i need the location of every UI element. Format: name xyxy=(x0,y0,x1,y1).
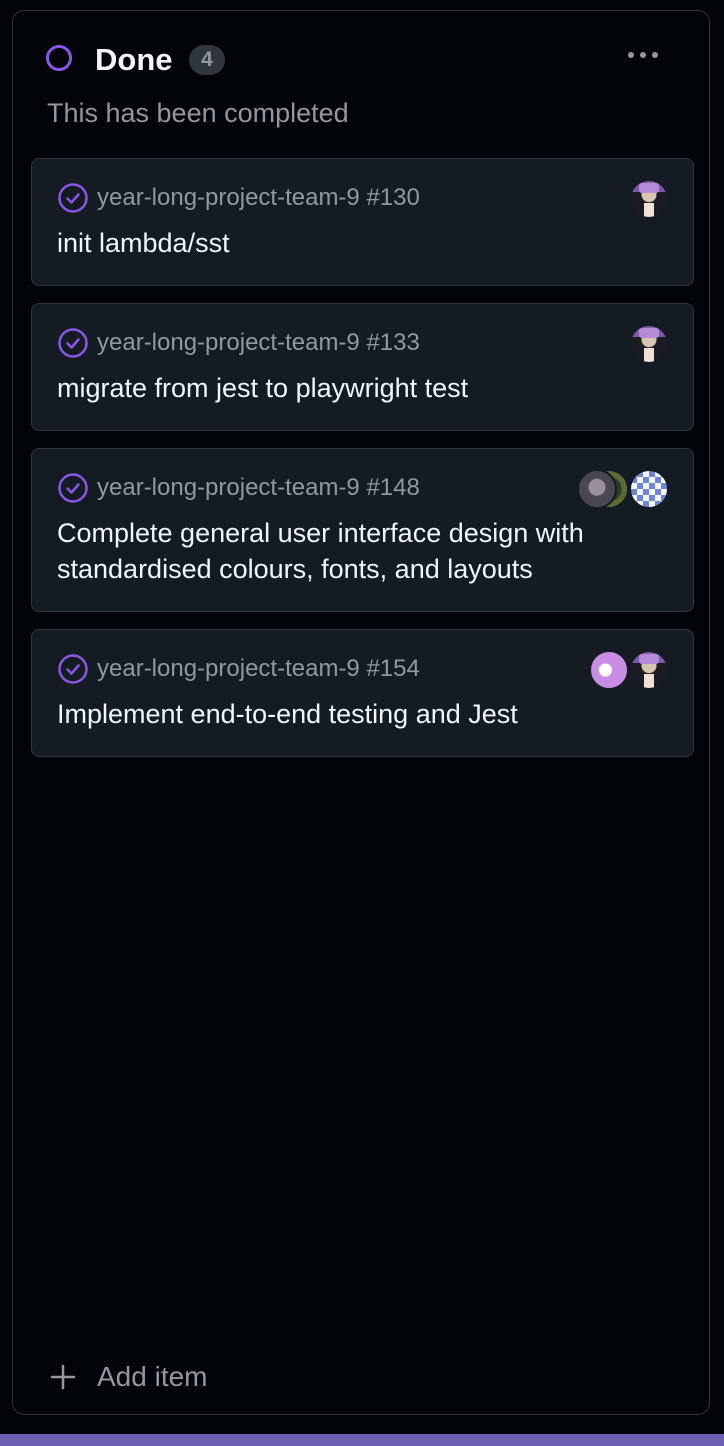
check-circle-icon xyxy=(58,654,88,684)
issue-reference-link[interactable]: year-long-project-team-9 #154 xyxy=(97,652,420,686)
card-list: year-long-project-team-9 #130 init lambd… xyxy=(31,158,694,774)
plus-icon xyxy=(50,1364,76,1390)
check-circle-icon xyxy=(58,328,88,358)
checker-avatar[interactable] xyxy=(629,469,669,509)
kebab-dot xyxy=(640,52,646,58)
card-meta: year-long-project-team-9 #130 xyxy=(57,181,669,215)
assignee-avatars[interactable] xyxy=(577,469,669,509)
column-header: Done 4 This has been completed xyxy=(13,11,709,151)
wizard-avatar[interactable] xyxy=(629,650,669,690)
kebab-dot xyxy=(652,52,658,58)
issue-reference-link[interactable]: year-long-project-team-9 #148 xyxy=(97,471,420,505)
assignee-avatars[interactable] xyxy=(589,650,669,690)
issue-card[interactable]: year-long-project-team-9 #148 Complete g… xyxy=(31,448,694,612)
issue-reference-link[interactable]: year-long-project-team-9 #130 xyxy=(97,181,420,215)
card-meta: year-long-project-team-9 #133 xyxy=(57,326,669,360)
assignee-avatars[interactable] xyxy=(629,324,669,364)
issue-card[interactable]: year-long-project-team-9 #133 migrate fr… xyxy=(31,303,694,431)
issue-title[interactable]: migrate from jest to playwright test xyxy=(57,370,669,406)
issue-title[interactable]: Complete general user interface design w… xyxy=(57,515,669,587)
wizard-avatar[interactable] xyxy=(629,324,669,364)
add-item-button[interactable]: Add item xyxy=(49,1355,208,1399)
issue-title[interactable]: Implement end-to-end testing and Jest xyxy=(57,696,669,732)
issue-card[interactable]: year-long-project-team-9 #154 Implement … xyxy=(31,629,694,757)
add-item-label: Add item xyxy=(97,1361,208,1392)
column-title: Done xyxy=(95,42,173,77)
check-circle-icon xyxy=(58,473,88,503)
assignee-avatars[interactable] xyxy=(629,179,669,219)
issue-title[interactable]: init lambda/sst xyxy=(57,225,669,261)
kebab-horizontal-icon xyxy=(628,52,634,58)
column-more-options-button[interactable] xyxy=(613,37,673,73)
item-count-badge: 4 xyxy=(189,45,225,75)
card-meta: year-long-project-team-9 #154 xyxy=(57,652,669,686)
bottom-accent-bar xyxy=(0,1434,724,1446)
done-column: Done 4 This has been completed year-long… xyxy=(12,10,710,1415)
pink-avatar[interactable] xyxy=(589,650,629,690)
issue-reference-link[interactable]: year-long-project-team-9 #133 xyxy=(97,326,420,360)
issue-card[interactable]: year-long-project-team-9 #130 init lambd… xyxy=(31,158,694,286)
wizard-avatar[interactable] xyxy=(629,179,669,219)
check-circle-icon xyxy=(58,183,88,213)
status-circle-icon xyxy=(46,45,72,71)
gray-avatar[interactable] xyxy=(577,469,617,509)
column-description: This has been completed xyxy=(47,98,349,128)
